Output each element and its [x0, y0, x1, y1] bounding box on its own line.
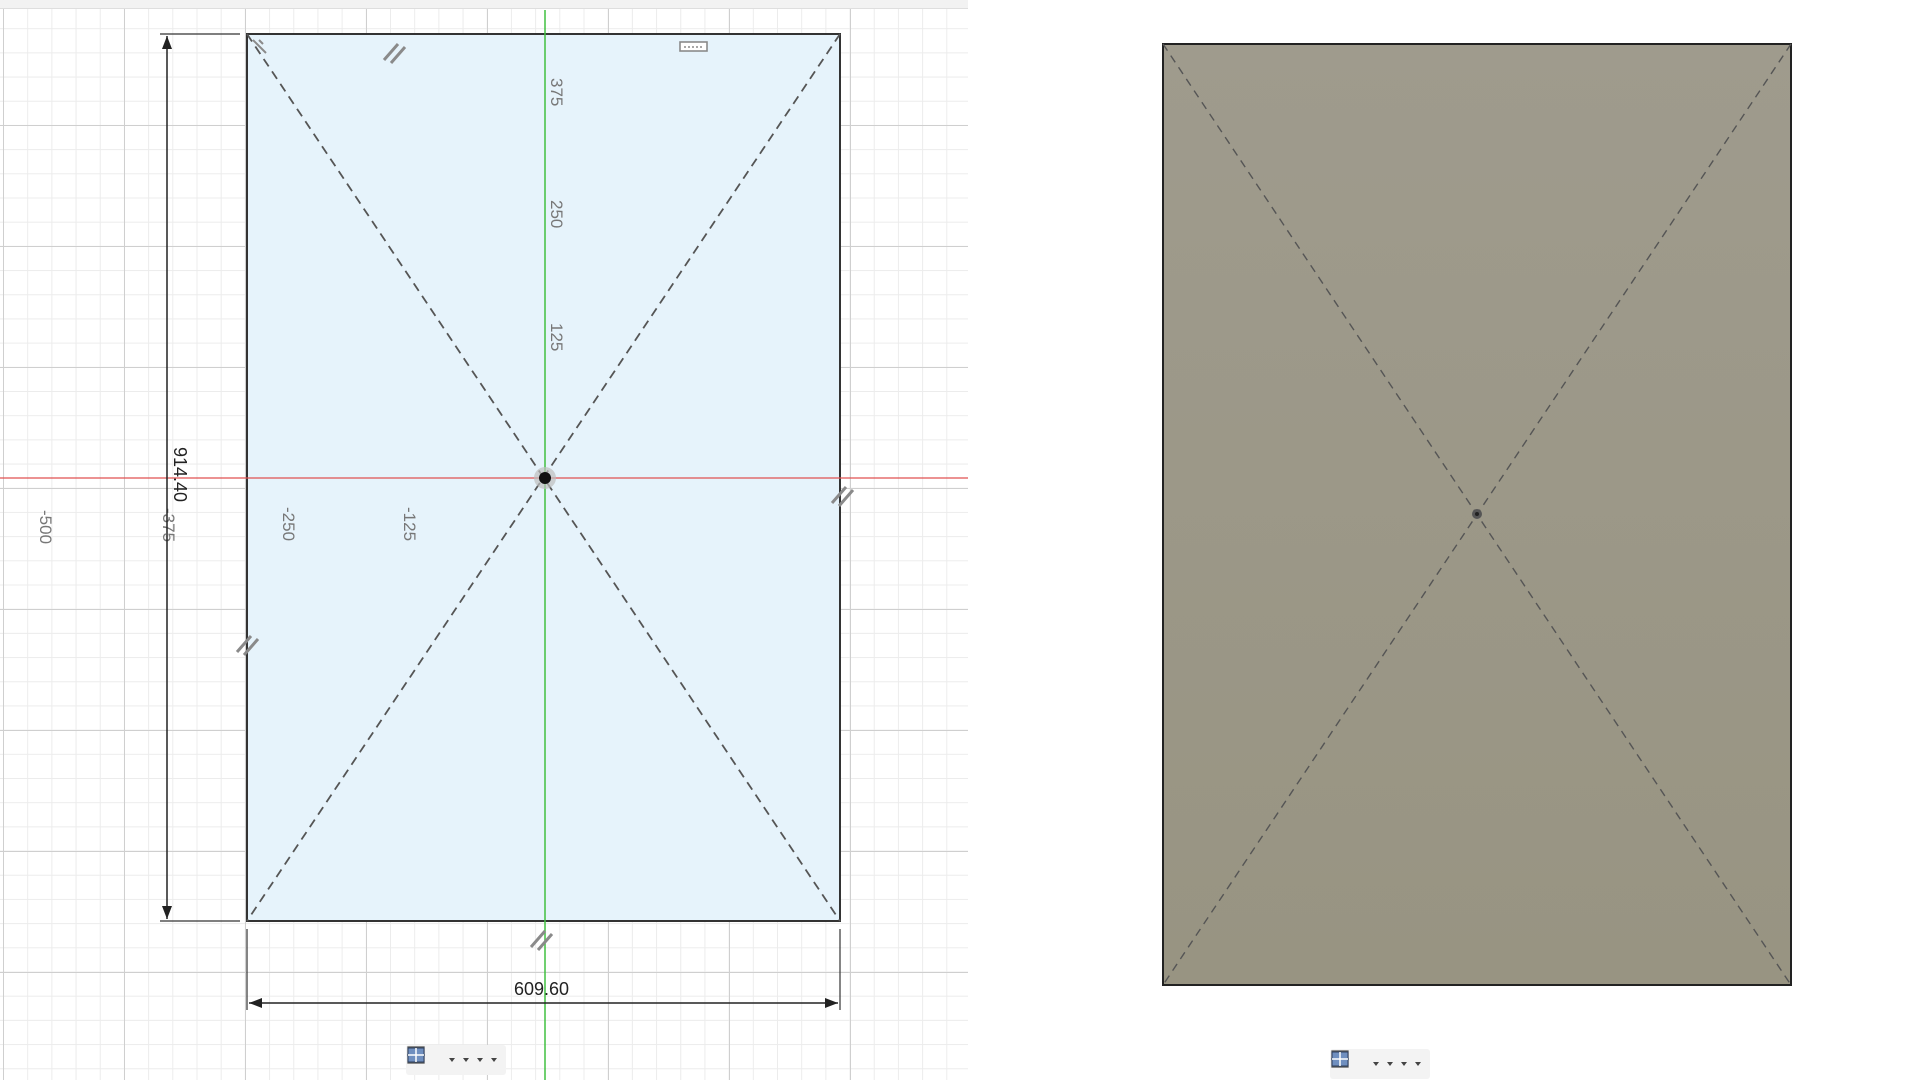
- axis-label-x: -125: [400, 507, 419, 541]
- axis-label-y: 375: [547, 78, 566, 106]
- viewports-icon[interactable]: [407, 1047, 500, 1073]
- render-viewport[interactable]: [968, 0, 1920, 1080]
- navigation-toolbar: [1330, 1049, 1430, 1079]
- horizontal-constraint-icon[interactable]: [679, 41, 708, 52]
- width-dimension[interactable]: 609.60: [246, 929, 841, 1010]
- display-settings-icon[interactable]: [407, 1047, 472, 1073]
- axis-label-y: 250: [547, 200, 566, 228]
- grid-snaps-icon[interactable]: [1331, 1050, 1410, 1077]
- origin-point[interactable]: [539, 472, 551, 484]
- display-settings-icon[interactable]: [1331, 1051, 1396, 1077]
- width-dimension-value[interactable]: 609.60: [514, 979, 569, 999]
- fit-icon[interactable]: [1331, 1050, 1382, 1077]
- sketch-viewport[interactable]: -500 -375 -250 -125 375 250 125 914.40 6…: [0, 0, 968, 1080]
- fit-icon[interactable]: [407, 1046, 458, 1073]
- parallel-constraint-icon[interactable]: [529, 930, 554, 951]
- navigation-toolbar: [406, 1045, 506, 1075]
- axis-label-x: -375: [159, 508, 178, 542]
- sketch-canvas[interactable]: -500 -375 -250 -125 375 250 125 914.40 6…: [0, 0, 968, 1080]
- grid-snaps-icon[interactable]: [407, 1046, 486, 1073]
- axis-label-x: -500: [36, 510, 55, 544]
- axis-label-y: 125: [547, 323, 566, 351]
- axis-label-x: -250: [279, 507, 298, 541]
- height-dimension-value[interactable]: 914.40: [170, 447, 190, 502]
- render-canvas[interactable]: [968, 0, 1920, 1080]
- viewports-icon[interactable]: [1331, 1051, 1424, 1077]
